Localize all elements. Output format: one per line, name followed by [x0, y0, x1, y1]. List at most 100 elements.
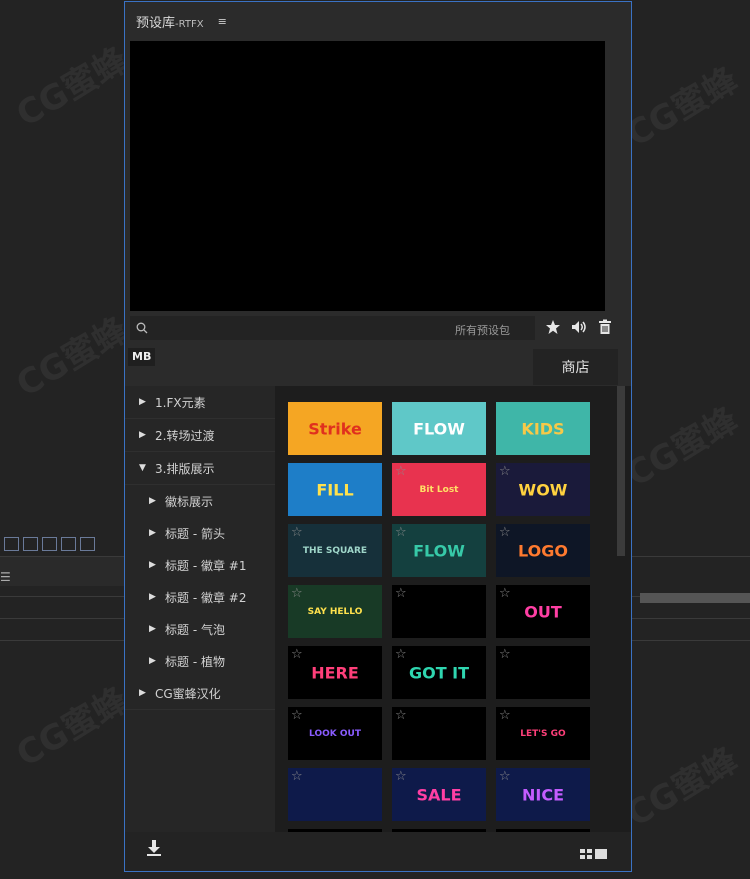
large-view-icon[interactable]: [595, 849, 607, 859]
tree-item-label: 3.排版展示: [155, 461, 215, 476]
chevron-right-icon[interactable]: ▶: [139, 430, 147, 440]
preset-thumbnail[interactable]: ☆ SAY HELLO: [288, 585, 382, 638]
favorite-star-icon[interactable]: ☆: [499, 464, 511, 479]
preset-thumbnail[interactable]: ☆ GOT IT: [392, 646, 486, 699]
category-tree: ▶ 1.FX元素 ▶ 2.转场过渡 ▼ 3.排版展示 ▶ 徽标展示 ▶ 标题 - 箭头 ▶ 标题 - …: [125, 386, 275, 832]
preset-pack-filter[interactable]: 所有预设包: [455, 322, 510, 338]
watermark: CG蜜蜂: [9, 309, 135, 406]
favorite-star-icon[interactable]: ☆: [395, 525, 407, 540]
chevron-right-icon[interactable]: ▶: [139, 688, 147, 698]
chevron-right-icon[interactable]: ▶: [149, 624, 157, 634]
tree-item-label: 徽标展示: [165, 494, 214, 509]
preset-thumbnail[interactable]: ☆: [496, 646, 590, 699]
favorite-star-icon[interactable]: ☆: [395, 708, 407, 723]
preset-thumbnail[interactable]: ☆ SALE: [392, 768, 486, 821]
panel-menu-icon[interactable]: ≡: [218, 15, 227, 28]
preset-thumbnail[interactable]: ☆ HERE: [288, 646, 382, 699]
preset-thumbnail[interactable]: ☆: [288, 768, 382, 821]
chevron-right-icon[interactable]: ▶: [149, 656, 157, 666]
preset-thumbnail[interactable]: ☆: [392, 585, 486, 638]
background-scrollbar: [640, 593, 750, 603]
thumbnail-label: OUT: [524, 602, 562, 621]
preset-thumbnail[interactable]: ☆ NICE: [496, 768, 590, 821]
tree-item[interactable]: ▶ 标题 - 气泡: [125, 613, 275, 645]
thumbnail-label: FILL: [316, 480, 354, 499]
preview-side-area: [605, 41, 627, 311]
chevron-right-icon[interactable]: ▶: [149, 592, 157, 602]
tree-item[interactable]: ▶ 徽标展示: [125, 485, 275, 517]
favorite-star-icon[interactable]: ☆: [499, 647, 511, 662]
favorite-star-icon[interactable]: ☆: [291, 708, 303, 723]
preset-thumbnail[interactable]: ☆ OUT: [496, 585, 590, 638]
thumbnail-label: Bit Lost: [419, 484, 459, 495]
thumbnail-label: Strike: [308, 419, 362, 438]
search-input[interactable]: [155, 319, 449, 339]
favorite-star-icon[interactable]: ☆: [291, 525, 303, 540]
preset-thumbnail-grid: Strike FLOW KIDS FILL ☆ Bit Lost ☆ WOW ☆ THE SQUA…: [275, 386, 631, 832]
chevron-down-icon[interactable]: ▼: [139, 463, 147, 473]
preset-thumbnail[interactable]: ☆ Bit Lost: [392, 463, 486, 516]
tree-item[interactable]: ▶ CG蜜蜂汉化: [125, 677, 275, 710]
tree-item-label: 标题 - 徽章 #1: [165, 558, 247, 573]
panel-title: 预设库-RTFX: [136, 15, 204, 31]
favorite-star-icon[interactable]: ☆: [291, 647, 303, 662]
chevron-right-icon[interactable]: ▶: [139, 397, 147, 407]
favorite-star-icon[interactable]: ☆: [291, 769, 303, 784]
trash-icon[interactable]: [597, 319, 613, 335]
store-button[interactable]: 商店: [533, 349, 618, 385]
watermark: CG蜜蜂: [619, 739, 745, 836]
preset-thumbnail[interactable]: ☆ WOW: [496, 463, 590, 516]
collection-tag[interactable]: MB: [128, 348, 156, 366]
tree-item[interactable]: ▶ 1.FX元素: [125, 386, 275, 419]
favorite-star-icon[interactable]: ☆: [291, 586, 303, 601]
speaker-icon[interactable]: [571, 319, 587, 335]
view-toggle: [580, 849, 607, 859]
favorite-star-icon[interactable]: ☆: [499, 708, 511, 723]
favorite-star-icon[interactable]: ☆: [499, 769, 511, 784]
preset-preview: [130, 41, 605, 311]
thumbnail-label: NICE: [521, 785, 564, 804]
bottom-toolbar: [125, 832, 631, 871]
preset-thumbnail[interactable]: Strike: [288, 402, 382, 455]
preset-thumbnail[interactable]: ☆ FLOW: [392, 524, 486, 577]
favorite-star-icon[interactable]: ☆: [499, 586, 511, 601]
chevron-right-icon[interactable]: ▶: [149, 496, 157, 506]
preset-thumbnail[interactable]: KIDS: [496, 402, 590, 455]
watermark: CG蜜蜂: [619, 399, 745, 496]
tree-item-label: 1.FX元素: [155, 395, 206, 410]
thumbnail-label: LOGO: [518, 541, 568, 560]
favorite-star-icon[interactable]: ☆: [395, 647, 407, 662]
preset-thumbnail[interactable]: FLOW: [392, 402, 486, 455]
chevron-right-icon[interactable]: ▶: [149, 528, 157, 538]
favorite-star-icon[interactable]: ☆: [499, 525, 511, 540]
tree-item[interactable]: ▶ 标题 - 箭头: [125, 517, 275, 549]
background-panel-strip: [0, 556, 124, 586]
favorite-star-icon[interactable]: ☆: [395, 586, 407, 601]
thumbnail-label: LET'S GO: [520, 728, 566, 739]
chevron-right-icon[interactable]: ▶: [149, 560, 157, 570]
tree-item-label: 标题 - 植物: [165, 654, 225, 669]
preset-thumbnail[interactable]: ☆ LOGO: [496, 524, 590, 577]
preset-thumbnail[interactable]: ☆ LOOK OUT: [288, 707, 382, 760]
tree-item[interactable]: ▶ 2.转场过渡: [125, 419, 275, 452]
preset-thumbnail[interactable]: ☆ THE SQUARE: [288, 524, 382, 577]
star-icon[interactable]: [545, 319, 561, 335]
preset-thumbnail[interactable]: FILL: [288, 463, 382, 516]
watermark: CG蜜蜂: [619, 59, 745, 156]
tree-item[interactable]: ▶ 标题 - 徽章 #1: [125, 549, 275, 581]
thumbnail-label: SALE: [416, 785, 462, 804]
preset-thumbnail[interactable]: ☆ LET'S GO: [496, 707, 590, 760]
grid-scrollbar[interactable]: [617, 386, 625, 556]
background-toolbar: [0, 533, 95, 555]
tree-item[interactable]: ▶ 标题 - 徽章 #2: [125, 581, 275, 613]
preset-thumbnail[interactable]: ☆: [392, 707, 486, 760]
thumbnail-label: HERE: [311, 663, 359, 682]
thumbnail-label: WOW: [518, 480, 568, 499]
download-icon[interactable]: [147, 840, 161, 856]
grid-view-icon[interactable]: [580, 849, 592, 859]
favorite-star-icon[interactable]: ☆: [395, 464, 407, 479]
tree-item-label: 标题 - 气泡: [165, 622, 225, 637]
favorite-star-icon[interactable]: ☆: [395, 769, 407, 784]
tree-item[interactable]: ▼ 3.排版展示: [125, 452, 275, 485]
tree-item[interactable]: ▶ 标题 - 植物: [125, 645, 275, 677]
